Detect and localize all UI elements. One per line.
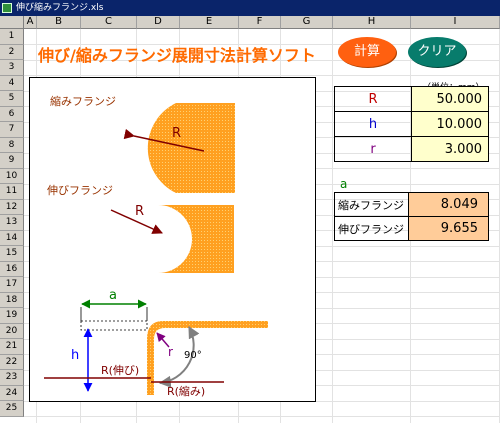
row-header[interactable]: 2	[0, 44, 24, 60]
row-header[interactable]: 22	[0, 354, 24, 370]
param-row-r: r 3.000	[334, 136, 489, 162]
row-header[interactable]: 1	[0, 29, 24, 45]
column-header[interactable]: F	[239, 16, 281, 29]
row-header[interactable]: 24	[0, 385, 24, 401]
column-header[interactable]: B	[37, 16, 81, 29]
row-header[interactable]: 21	[0, 339, 24, 355]
calculate-button[interactable]: 計算	[338, 37, 396, 67]
row-header[interactable]: 10	[0, 168, 24, 184]
param-input-R[interactable]: 50.000	[411, 86, 489, 112]
column-header[interactable]: E	[180, 16, 239, 29]
row-header[interactable]: 6	[0, 106, 24, 122]
column-header[interactable]: H	[333, 16, 411, 29]
shrink-R-label: R	[172, 126, 181, 141]
parameter-table: R 50.000 h 10.000 r 3.000	[334, 86, 489, 162]
row-header[interactable]: 14	[0, 230, 24, 246]
column-header[interactable]: G	[281, 16, 333, 29]
row-header[interactable]: 4	[0, 75, 24, 91]
window-title: 伸び縮みフランジ.xls	[16, 3, 104, 13]
param-label-R: R	[334, 86, 412, 112]
row-header[interactable]: 8	[0, 137, 24, 153]
row-header[interactable]: 7	[0, 122, 24, 138]
result-row-shrink: 縮みフランジ 8.049	[334, 192, 489, 217]
excel-icon	[2, 3, 12, 13]
row-header[interactable]: 18	[0, 292, 24, 308]
result-value-stretch[interactable]: 9.655	[408, 216, 489, 241]
angle-label: 90°	[184, 350, 202, 361]
grid-line	[332, 29, 333, 423]
result-table: 縮みフランジ 8.049 伸びフランジ 9.655	[334, 192, 489, 241]
row-header[interactable]: 11	[0, 184, 24, 200]
select-all-corner[interactable]	[0, 16, 24, 29]
result-row-stretch: 伸びフランジ 9.655	[334, 216, 489, 241]
param-row-h: h 10.000	[334, 111, 489, 137]
row-header[interactable]: 17	[0, 277, 24, 293]
app-title: 伸び/縮みフランジ展開寸法計算ソフト	[38, 46, 316, 65]
stretch-R-label: R	[135, 204, 144, 219]
column-header[interactable]: C	[81, 16, 137, 29]
h-dimension-label: h	[71, 348, 79, 363]
flange-diagram: 縮みフランジ R 伸びフランジ R a h r 90° R(伸び) R(縮み)	[29, 77, 316, 402]
row-header[interactable]: 16	[0, 261, 24, 277]
row-header[interactable]: 5	[0, 91, 24, 107]
param-label-r: r	[334, 136, 412, 162]
r-radius-label: r	[168, 345, 173, 359]
shrink-flange-label: 縮みフランジ	[50, 94, 116, 108]
stretch-flange-label: 伸びフランジ	[47, 184, 113, 197]
row-header[interactable]: 12	[0, 199, 24, 215]
param-row-R: R 50.000	[334, 86, 489, 112]
row-header[interactable]: 9	[0, 153, 24, 169]
result-value-shrink[interactable]: 8.049	[408, 192, 489, 217]
param-input-h[interactable]: 10.000	[411, 111, 489, 137]
grid-line	[24, 75, 500, 76]
stretch-radius-text: R(伸び)	[101, 364, 139, 377]
param-label-h: h	[334, 111, 412, 137]
column-header[interactable]: I	[411, 16, 500, 29]
row-header[interactable]: 23	[0, 370, 24, 386]
row-header[interactable]: 19	[0, 308, 24, 324]
row-header[interactable]: 3	[0, 60, 24, 76]
window-titlebar: 伸び縮みフランジ.xls	[0, 0, 500, 16]
row-header[interactable]: 25	[0, 401, 24, 417]
column-header[interactable]: A	[24, 16, 37, 29]
row-header[interactable]: 20	[0, 323, 24, 339]
row-header[interactable]: 13	[0, 215, 24, 231]
result-a-label: a	[340, 177, 348, 191]
param-input-r[interactable]: 3.000	[411, 136, 489, 162]
shrink-radius-text: R(縮み)	[167, 384, 205, 398]
column-header[interactable]: D	[137, 16, 180, 29]
row-header[interactable]: 15	[0, 246, 24, 262]
result-label-shrink: 縮みフランジ	[334, 192, 409, 217]
a-dimension-label: a	[109, 288, 117, 303]
grid-line	[24, 416, 500, 417]
result-label-stretch: 伸びフランジ	[334, 216, 409, 241]
clear-button[interactable]: クリア	[408, 37, 466, 67]
